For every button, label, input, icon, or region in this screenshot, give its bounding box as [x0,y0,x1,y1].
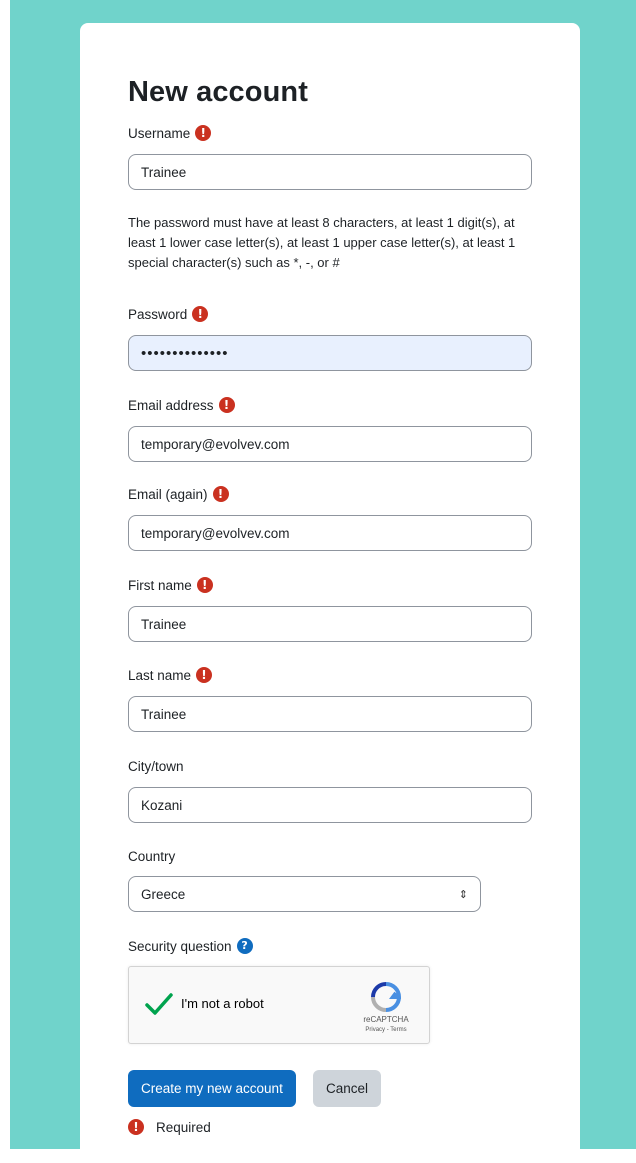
password-label: Password [128,306,188,322]
security-label-row: Security question ? [128,936,253,956]
required-icon: ! [128,1119,144,1135]
city-label: City/town [128,758,184,774]
checkmark-icon[interactable] [145,992,173,1016]
recaptcha-brand: reCAPTCHA [363,1015,409,1024]
signup-card: New account Username ! The password must… [80,23,580,1163]
required-icon: ! [195,125,212,141]
country-selected-value: Greece [141,886,186,902]
required-legend: ! Required [128,1119,211,1135]
email-label-row: Email address ! [128,395,235,415]
help-icon[interactable]: ? [236,938,253,954]
recaptcha-links[interactable]: Privacy - Terms [353,1027,419,1033]
last-name-label: Last name [128,667,192,683]
username-input[interactable] [128,154,532,190]
last-name-input[interactable] [128,696,532,732]
cancel-button[interactable]: Cancel [313,1070,382,1107]
city-input[interactable] [128,787,532,823]
password-rule-text: The password must have at least 8 charac… [128,215,516,270]
required-icon: ! [192,306,209,322]
username-label: Username [128,125,191,141]
city-label-row: City/town [128,756,184,776]
country-label: Country [128,848,176,864]
recaptcha-logo-icon [371,982,402,1012]
email-again-label: Email (again) [128,486,208,502]
recaptcha-label: I'm not a robot [181,996,264,1011]
country-select[interactable]: Greece ⇕ [128,876,481,912]
email-again-input[interactable] [128,515,532,551]
required-icon: ! [212,486,229,502]
required-icon: ! [196,577,213,593]
required-icon: ! [196,667,213,683]
first-name-label-row: First name ! [128,575,213,595]
email-again-label-row: Email (again) ! [128,484,229,504]
required-icon: ! [218,397,235,413]
required-legend-label: Required [156,1119,211,1135]
first-name-input[interactable] [128,606,532,642]
last-name-label-row: Last name ! [128,665,213,685]
recaptcha-widget: I'm not a robot reCAPTCHA Privacy - Term… [128,966,430,1044]
security-question-label: Security question [128,938,232,954]
password-label-row: Password ! [128,304,209,324]
username-label-row: Username ! [128,123,212,143]
page-title: New account [128,76,308,108]
create-account-button[interactable]: Create my new account [128,1070,296,1107]
sort-arrows-icon: ⇕ [458,888,468,901]
email-input[interactable] [128,426,532,462]
first-name-label: First name [128,577,192,593]
email-label: Email address [128,397,214,413]
country-label-row: Country [128,846,175,866]
password-input[interactable] [128,335,532,371]
